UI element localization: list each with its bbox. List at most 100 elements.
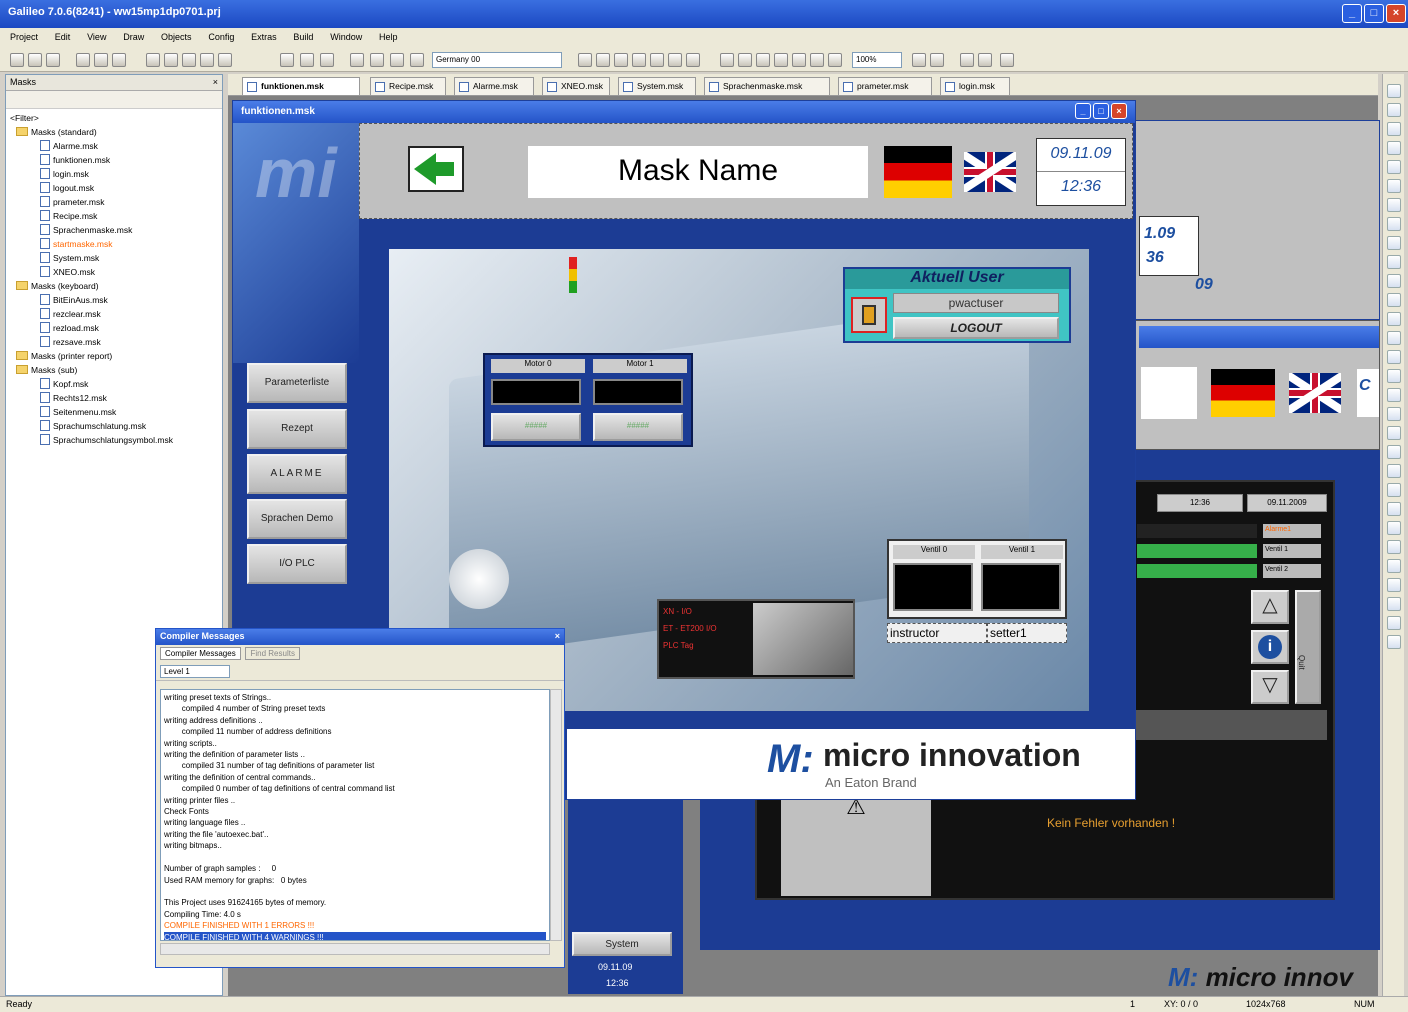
redo-icon[interactable] (218, 53, 232, 67)
timer-tool-icon[interactable] (1387, 616, 1401, 630)
trend-tool-icon[interactable] (1387, 274, 1401, 288)
tree-item[interactable]: login.msk (10, 167, 222, 181)
properties-icon[interactable] (960, 53, 974, 67)
tab-prameter[interactable]: prameter.msk (838, 77, 932, 95)
menu-help[interactable]: Help (379, 32, 398, 42)
tab-sprachenmaske[interactable]: Sprachenmaske.msk (704, 77, 830, 95)
background-mask-window-1[interactable]: 1.09 36 09 (1130, 120, 1380, 320)
rectangle-tool-icon[interactable] (1387, 141, 1401, 155)
align-top-icon[interactable] (632, 53, 646, 67)
cut-icon[interactable] (146, 53, 160, 67)
user-icon[interactable] (851, 297, 887, 333)
flag-icon[interactable] (390, 53, 404, 67)
panel-close-icon[interactable]: × (213, 77, 218, 87)
group-tool-icon[interactable] (1387, 540, 1401, 554)
tab-find-results[interactable]: Find Results (245, 647, 300, 660)
menu-edit[interactable]: Edit (55, 32, 71, 42)
compiler-hscrollbar[interactable] (160, 943, 550, 955)
level-select[interactable]: Level 1 (160, 665, 230, 678)
tree-item[interactable]: rezload.msk (10, 321, 222, 335)
parameter-list-button[interactable]: Parameterliste (247, 363, 347, 403)
menu-config[interactable]: Config (208, 32, 234, 42)
menu-view[interactable]: View (87, 32, 106, 42)
tree-item[interactable]: rezsave.msk (10, 335, 222, 349)
tree-folder[interactable]: Masks (keyboard) (10, 279, 222, 293)
menu-objects[interactable]: Objects (161, 32, 192, 42)
quit-button[interactable]: Quit (1295, 590, 1321, 704)
tree-item[interactable]: XNEO.msk (10, 265, 222, 279)
menu-extras[interactable]: Extras (251, 32, 277, 42)
tab-alarme[interactable]: Alarme.msk (454, 77, 534, 95)
run-icon[interactable] (280, 53, 294, 67)
open-icon[interactable] (28, 53, 42, 67)
tree-item[interactable]: System.msk (10, 251, 222, 265)
bg-uk-flag-icon[interactable] (1289, 373, 1341, 413)
io-plc-button[interactable]: I/O PLC (247, 544, 347, 584)
align-center-icon[interactable] (596, 53, 610, 67)
mask-restore-icon[interactable]: □ (1093, 103, 1109, 119)
group-icon[interactable] (774, 53, 788, 67)
compile-icon[interactable] (112, 53, 126, 67)
zoom-in-icon[interactable] (720, 53, 734, 67)
tree-item[interactable]: Rechts12.msk (10, 391, 222, 405)
tree-item[interactable]: Alarme.msk (10, 139, 222, 153)
distribute-icon[interactable] (686, 53, 700, 67)
language-icon[interactable] (370, 53, 384, 67)
script-tool-icon[interactable] (1387, 597, 1401, 611)
tab-recipe[interactable]: Recipe.msk (370, 77, 446, 95)
tree-item[interactable]: Kopf.msk (10, 377, 222, 391)
tree-item[interactable]: Sprachenmaske.msk (10, 223, 222, 237)
help-icon[interactable] (978, 53, 992, 67)
copy-icon[interactable] (164, 53, 178, 67)
tab-system[interactable]: System.msk (618, 77, 696, 95)
mask-minimize-icon[interactable]: _ (1075, 103, 1091, 119)
tree-item[interactable]: Seitenmenu.msk (10, 405, 222, 419)
new-icon[interactable] (10, 53, 24, 67)
switch-tool-icon[interactable] (1387, 502, 1401, 516)
align-left-icon[interactable] (578, 53, 592, 67)
frame-tool-icon[interactable] (1387, 521, 1401, 535)
alarms-button[interactable]: ALARME (247, 454, 347, 494)
recipe-tool-icon[interactable] (1387, 407, 1401, 421)
align-bottom-icon[interactable] (650, 53, 664, 67)
background-mask-window-2[interactable]: C (1130, 320, 1380, 450)
circle-tool-icon[interactable] (1387, 179, 1401, 193)
save-icon[interactable] (46, 53, 60, 67)
tree-filter[interactable]: <Filter> (10, 111, 222, 125)
zoom-out-icon[interactable] (738, 53, 752, 67)
save-all-icon[interactable] (76, 53, 90, 67)
motor-1-button[interactable]: ##### (593, 413, 683, 441)
menu-build[interactable]: Build (293, 32, 313, 42)
button-tool-icon[interactable] (1387, 236, 1401, 250)
layer-icon[interactable] (756, 53, 770, 67)
bg-german-flag-icon[interactable] (1211, 369, 1275, 417)
checkbox-tool-icon[interactable] (1387, 331, 1401, 345)
back-arrow-icon[interactable] (408, 146, 464, 192)
language-demo-button[interactable]: Sprachen Demo (247, 499, 347, 539)
tree-folder[interactable]: Masks (sub) (10, 363, 222, 377)
language-select[interactable]: Germany 00 (432, 52, 562, 68)
zoom-select[interactable]: 100% (852, 52, 902, 68)
ellipse-tool-icon[interactable] (1387, 160, 1401, 174)
logout-button[interactable]: LOGOUT (893, 317, 1059, 339)
bitmap-tool-icon[interactable] (1387, 217, 1401, 231)
led-tool-icon[interactable] (1387, 483, 1401, 497)
same-size-icon[interactable] (668, 53, 682, 67)
compiler-scrollbar[interactable] (550, 689, 562, 941)
tree-item[interactable]: prameter.msk (10, 195, 222, 209)
select-tool-icon[interactable] (1387, 84, 1401, 98)
tab-compiler-messages[interactable]: Compiler Messages (160, 647, 241, 660)
compiler-close-icon[interactable]: × (555, 631, 560, 641)
tree-item[interactable]: Sprachumschlatung.msk (10, 419, 222, 433)
tree-item[interactable]: BitEinAus.msk (10, 293, 222, 307)
front-icon[interactable] (810, 53, 824, 67)
menu-window[interactable]: Window (330, 32, 362, 42)
text-tool-icon[interactable] (1387, 103, 1401, 117)
scroll-up-icon[interactable]: △ (1251, 590, 1289, 624)
mask-close-icon[interactable]: × (1111, 103, 1127, 119)
tab-funktionen[interactable]: funktionen.msk (242, 77, 360, 95)
paste-icon[interactable] (182, 53, 196, 67)
table-tool-icon[interactable] (1387, 369, 1401, 383)
print-icon[interactable] (94, 53, 108, 67)
tree-item[interactable]: funktionen.msk (10, 153, 222, 167)
